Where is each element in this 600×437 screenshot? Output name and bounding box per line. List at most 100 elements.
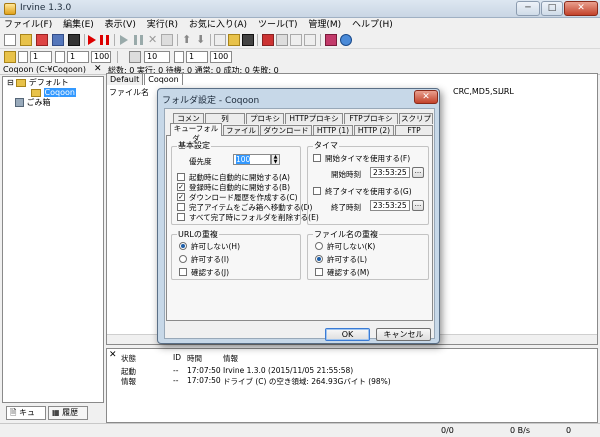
menu-manage[interactable]: 管理(M) <box>304 18 345 32</box>
folder-tree: ⊟ デフォルト Coqoon ごみ箱 <box>2 76 104 403</box>
checkbox[interactable] <box>313 187 321 195</box>
dialog-close-button[interactable]: ✕ <box>414 90 438 104</box>
copy-icon[interactable] <box>214 34 226 46</box>
log-header-time: 時間 <box>187 354 202 363</box>
checkbox[interactable] <box>313 154 321 162</box>
page-icon <box>18 51 28 63</box>
menu-run[interactable]: 実行(R) <box>143 18 182 32</box>
tab-ftp-proxy[interactable]: FTPプロキシ <box>344 113 398 124</box>
import-icon[interactable] <box>36 34 48 46</box>
retry-spinner[interactable]: 1 <box>30 51 52 63</box>
tab-queue[interactable]: 🗎 キュー <box>6 406 46 429</box>
toolbar-main: ✕ ⬆ ⬇ <box>0 32 600 49</box>
folder-open-icon[interactable] <box>4 51 16 63</box>
interval-spinner[interactable]: 1 <box>67 51 89 63</box>
queue-tabs: Default Coqoon <box>106 73 184 85</box>
checkbox-checked[interactable]: ✓ <box>177 183 185 191</box>
save-icon[interactable] <box>52 34 64 46</box>
checkbox[interactable] <box>179 268 187 276</box>
tab-history[interactable]: ▦ 履歴 <box>48 406 88 420</box>
menu-file[interactable]: ファイル(F) <box>0 18 56 32</box>
limit-spinner[interactable]: 100 <box>210 51 232 63</box>
clipboard-icon[interactable] <box>290 34 302 46</box>
trash-icon <box>15 98 24 107</box>
log-close-icon[interactable]: ✕ <box>109 350 117 360</box>
end-time-label: 終了時刻 <box>331 203 361 212</box>
menu-help[interactable]: ヘルプ(H) <box>348 18 397 32</box>
end-time-browse-button[interactable]: ... <box>412 200 424 211</box>
move-up-icon[interactable]: ⬆ <box>182 33 191 46</box>
column-filename[interactable]: ファイル名 <box>109 87 149 98</box>
folder-icon[interactable] <box>228 34 240 46</box>
status-number: 0 <box>566 426 572 435</box>
log-row: 情報 -- 17:07:50 ドライブ (C) の空き領域: 264.93Gバイト (… <box>121 376 391 386</box>
ok-button[interactable]: OK <box>325 328 370 341</box>
tab-http-proxy[interactable]: HTTPプロキシ <box>285 113 343 124</box>
open-folder-icon[interactable] <box>20 34 32 46</box>
document-icon[interactable] <box>304 34 316 46</box>
queue-tab-default[interactable]: Default <box>106 73 144 85</box>
cancel-button[interactable]: キャンセル <box>376 328 431 341</box>
split-spinner[interactable]: 1 <box>186 51 208 63</box>
move-down-icon[interactable]: ⬇ <box>196 33 205 46</box>
checkbox[interactable] <box>177 173 185 181</box>
checkbox-checked[interactable]: ✓ <box>177 193 185 201</box>
page-icon <box>55 51 65 63</box>
menu-bar: ファイル(F) 編集(E) 表示(V) 実行(R) お気に入り(A) ツール(T… <box>0 18 600 32</box>
clear-icon[interactable] <box>161 34 173 46</box>
toolbar-settings: 1 1 100 10 1 100 <box>0 49 600 66</box>
queue-tab-coqoon[interactable]: Coqoon <box>144 73 183 85</box>
radio-selected[interactable] <box>315 255 323 263</box>
checkbox[interactable] <box>315 268 323 276</box>
menu-edit[interactable]: 編集(E) <box>59 18 98 32</box>
log-header-state: 状態 <box>121 354 136 363</box>
tree-item-default[interactable]: ⊟ デフォルト <box>7 78 69 88</box>
monitor-icon[interactable] <box>242 34 254 46</box>
connections-spinner[interactable]: 10 <box>144 51 170 63</box>
percent-spinner[interactable]: 100 <box>91 51 111 63</box>
priority-spin-button[interactable]: ▲ ▼ <box>271 154 280 165</box>
maximize-button[interactable]: □ <box>541 1 563 16</box>
pause-all-icon[interactable] <box>134 35 143 45</box>
checkbox[interactable] <box>177 203 185 211</box>
start-time-input[interactable]: 23:53:25 <box>370 167 410 178</box>
delete-icon[interactable]: ✕ <box>148 33 157 46</box>
menu-tools[interactable]: ツール(T) <box>254 18 302 32</box>
start-time-label: 開始時刻 <box>331 170 361 179</box>
tab-queue-folder[interactable]: キューフォルダ <box>170 123 222 143</box>
checkbox[interactable] <box>177 213 185 221</box>
tab-script[interactable]: スクリプト <box>399 113 433 133</box>
menu-favorites[interactable]: お気に入り(A) <box>185 18 251 32</box>
app-icon <box>4 3 16 15</box>
tree-item-trash[interactable]: ごみ箱 <box>15 98 51 108</box>
log-header-info: 情報 <box>223 354 238 363</box>
left-panel-close-icon[interactable]: ✕ <box>94 64 102 74</box>
help-icon[interactable] <box>340 34 352 46</box>
log-panel: ✕ 状態 ID 時間 情報 起動 -- 17:07:50 Irvine 1.3.0 (… <box>106 348 598 423</box>
close-button[interactable]: ✕ <box>564 1 598 16</box>
book-icon[interactable] <box>325 34 337 46</box>
log-header-id: ID <box>173 353 181 362</box>
minimize-button[interactable]: ─ <box>516 1 540 16</box>
tab-proxy[interactable]: プロキシ <box>246 113 284 124</box>
priority-input[interactable]: 100 <box>233 154 271 165</box>
timer-label: タイマ <box>313 140 339 151</box>
end-time-input[interactable]: 23:53:25 <box>370 200 410 211</box>
column-url[interactable]: URL <box>498 87 514 96</box>
start-all-icon[interactable] <box>120 35 128 45</box>
start-icon[interactable] <box>88 35 96 45</box>
menu-view[interactable]: 表示(V) <box>101 18 140 32</box>
save-all-icon[interactable] <box>68 34 80 46</box>
new-file-icon[interactable] <box>4 34 16 46</box>
start-time-browse-button[interactable]: ... <box>412 167 424 178</box>
options-icon[interactable] <box>262 34 274 46</box>
pause-icon[interactable] <box>100 35 109 45</box>
url-duplicate-label: URLの重複 <box>177 229 219 240</box>
radio-selected[interactable] <box>179 242 187 250</box>
radio[interactable] <box>179 255 187 263</box>
radio[interactable] <box>315 242 323 250</box>
settings-icon[interactable] <box>276 34 288 46</box>
dialog-title: フォルダ設定 - Coqoon <box>162 96 260 106</box>
priority-label: 優先度 <box>189 157 212 166</box>
tree-item-coqoon[interactable]: Coqoon <box>31 88 76 98</box>
